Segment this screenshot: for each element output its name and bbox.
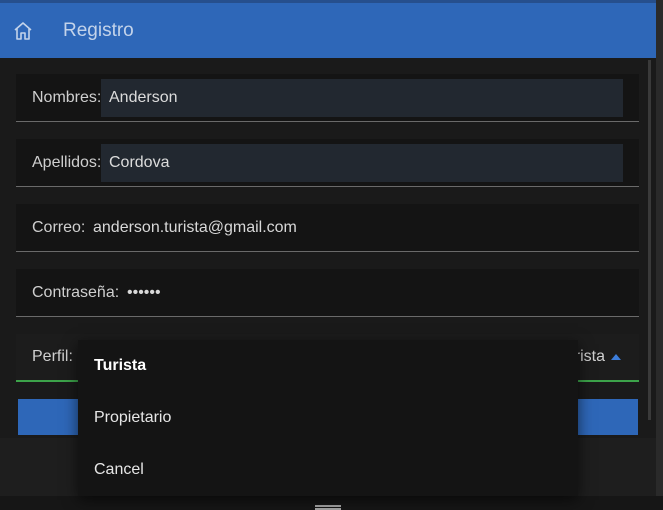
app-header: Registro	[0, 0, 656, 58]
correo-field: Correo: anderson.turista@gmail.com	[16, 204, 639, 252]
option-propietario[interactable]: Propietario	[94, 409, 171, 427]
apellidos-label: Apellidos:	[32, 154, 102, 171]
perfil-selected-value: rista	[574, 348, 605, 365]
contrasena-label: Contraseña:	[32, 284, 120, 301]
apellidos-input[interactable]	[101, 144, 623, 182]
caret-up-icon	[611, 354, 621, 360]
home-icon[interactable]	[12, 20, 34, 42]
option-turista[interactable]: Turista	[94, 357, 146, 375]
perfil-label: Perfil:	[32, 348, 73, 365]
contrasena-input[interactable]: ••••••	[127, 284, 161, 302]
nombres-label: Nombres:	[32, 89, 102, 106]
window-edge	[656, 0, 663, 510]
apellidos-field: Apellidos:	[16, 139, 639, 187]
option-cancel[interactable]: Cancel	[94, 461, 144, 479]
perfil-dropdown: Turista Propietario Cancel	[78, 340, 578, 496]
contrasena-field: Contraseña: ••••••	[16, 269, 639, 317]
page-title: Registro	[63, 20, 134, 41]
nombres-field: Nombres:	[16, 74, 639, 122]
correo-label: Correo:	[32, 219, 86, 236]
correo-input[interactable]: anderson.turista@gmail.com	[93, 219, 297, 237]
drag-handle-icon[interactable]	[315, 505, 341, 510]
form-scrollbar[interactable]	[648, 60, 651, 420]
nombres-input[interactable]	[101, 79, 623, 117]
